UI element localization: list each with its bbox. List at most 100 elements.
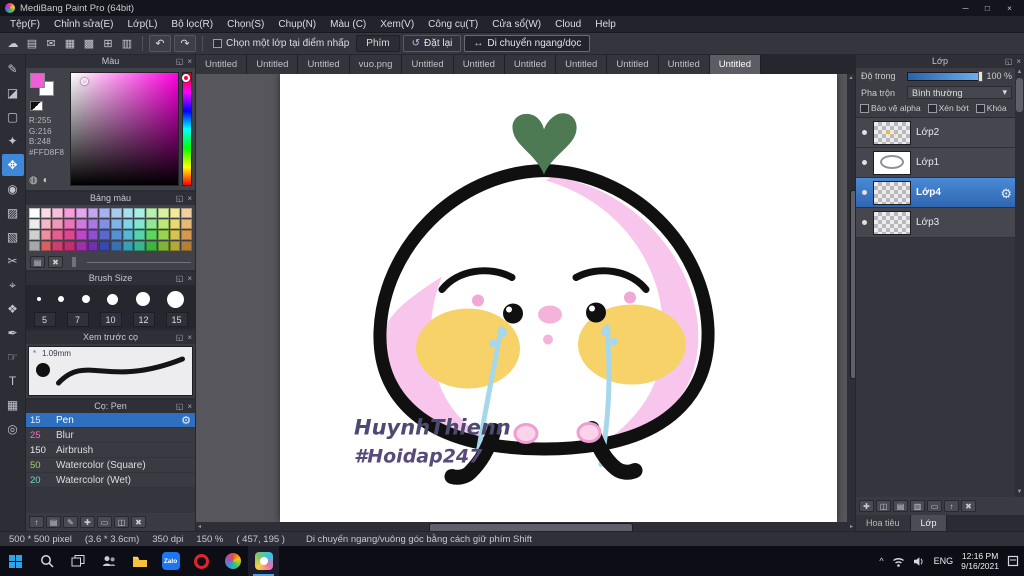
reset-button[interactable]: ↺ Đặt lại (402, 35, 462, 52)
layers-scrollbar[interactable]: ▲ ▼ (1015, 68, 1024, 497)
palette-swatch[interactable] (146, 230, 157, 240)
palette-swatch[interactable] (157, 241, 169, 251)
layer-item[interactable]: Lớp4 ⚙ (856, 178, 1024, 208)
palette-swatch[interactable] (40, 219, 52, 229)
menu-Cloud[interactable]: Cloud (548, 16, 588, 33)
zoom-tool[interactable]: ◎ (2, 418, 24, 440)
palette-swatch[interactable] (181, 230, 192, 240)
popout-icon[interactable]: ◱ (176, 192, 184, 205)
duplicate-brush-icon[interactable]: ◫ (114, 516, 129, 528)
close-button[interactable]: × (1000, 1, 1019, 15)
palette-swatch[interactable] (29, 230, 40, 240)
canvas-tab-9[interactable]: Untitled (658, 55, 710, 74)
palette-swatch[interactable] (111, 230, 122, 240)
palette-swatch[interactable] (157, 208, 169, 218)
visibility-icon[interactable] (858, 160, 871, 165)
opacity-slider[interactable] (907, 70, 984, 82)
snap-grid-icon[interactable]: ⊞ (99, 35, 117, 52)
brush-size-label[interactable]: 12 (132, 312, 155, 327)
palette-swatch[interactable] (169, 230, 181, 240)
palette-swatch[interactable] (64, 208, 75, 218)
palette-swatch[interactable] (52, 219, 64, 229)
start-button[interactable] (0, 546, 31, 576)
brush-size-dot[interactable] (107, 293, 119, 305)
visibility-icon[interactable] (858, 220, 871, 225)
web-color-icon[interactable]: ◍ (29, 175, 38, 186)
eyedropper-tool[interactable]: ✒ (2, 322, 24, 344)
brush-item[interactable]: 50 Watercolor (Square) (26, 458, 195, 473)
layer-option-checkbox[interactable]: Bảo vệ alpha (860, 103, 921, 113)
hue-slider[interactable] (182, 72, 192, 186)
layers-panel-header[interactable]: Lớp ◱ × (856, 55, 1024, 68)
layer-item[interactable]: ✦✧ Lớp2 (856, 118, 1024, 148)
brush-size-dot[interactable] (135, 292, 150, 306)
palette-swatch[interactable] (40, 208, 52, 218)
palette-swatch[interactable] (99, 219, 110, 229)
move-tool[interactable]: ✥ (1, 154, 24, 176)
maximize-button[interactable]: □ (978, 1, 997, 15)
canvas-tab-5[interactable]: Untitled (453, 55, 505, 74)
popout-icon[interactable]: ◱ (176, 400, 184, 413)
new-brush-icon[interactable]: ▤ (46, 516, 61, 528)
fill-rect-tool[interactable]: ▧ (2, 226, 24, 248)
palette-swatch[interactable] (75, 219, 87, 229)
brush-item[interactable]: 15 Pen ⚙ (26, 413, 195, 428)
select-layer-on-click-checkbox[interactable]: Chọn một lớp tại điểm nhấp (213, 38, 349, 49)
grid-icon[interactable]: ▩ (80, 35, 98, 52)
canvas-tab-2[interactable]: Untitled (298, 55, 350, 74)
palette-swatch[interactable] (40, 241, 52, 251)
add-palette-icon[interactable]: ▤ (30, 256, 45, 268)
palette-swatch[interactable] (181, 208, 192, 218)
close-icon[interactable]: × (187, 192, 192, 205)
color-wheel-icon[interactable]: ◐ (43, 175, 49, 186)
palette-swatch[interactable] (181, 241, 192, 251)
palette-swatch[interactable] (146, 241, 157, 251)
zalo-button[interactable]: Zalo (155, 546, 186, 576)
brush-list-panel-header[interactable]: Cọ: Pen ◱ × (26, 400, 195, 413)
palette-swatch[interactable] (64, 241, 75, 251)
notification-icon[interactable] (1007, 555, 1019, 567)
palette-swatch[interactable] (87, 219, 99, 229)
clock[interactable]: 12:16 PM 9/16/2021 (961, 551, 999, 571)
brush-item[interactable]: 150 Airbrush (26, 443, 195, 458)
magic-wand-tool[interactable]: ✦ (2, 130, 24, 152)
palette-swatch[interactable] (111, 219, 122, 229)
palette-swatch[interactable] (134, 208, 146, 218)
palette-swatch[interactable] (157, 230, 169, 240)
palette-swatch[interactable] (40, 230, 52, 240)
language-indicator[interactable]: ENG (934, 556, 954, 566)
mail-icon[interactable]: ✉ (42, 35, 60, 52)
move-mode-button[interactable]: ↔ Di chuyển ngang/dọc (464, 35, 591, 52)
opera-button[interactable] (186, 546, 217, 576)
layer-option-checkbox[interactable]: Xén bớt (927, 103, 969, 113)
palette-swatch[interactable] (146, 208, 157, 218)
palette-swatch[interactable] (122, 241, 134, 251)
palette-swatch[interactable] (29, 208, 40, 218)
marquee-tool[interactable]: ▢ (2, 106, 24, 128)
add-brush-icon[interactable]: ✚ (80, 516, 95, 528)
palette-swatch[interactable] (29, 241, 40, 251)
brush-size-dot[interactable] (36, 297, 41, 301)
menu-Công cụ(T)[interactable]: Công cụ(T) (421, 16, 485, 33)
palette-swatch[interactable] (111, 208, 122, 218)
canvas-viewport[interactable]: HuynhThienn #Hoidap247 ▴ (196, 74, 855, 522)
color-panel-header[interactable]: Màu ◱ × (26, 55, 195, 68)
palette-swatch[interactable] (122, 230, 134, 240)
scroll-up-icon[interactable]: ▲ (1015, 68, 1024, 77)
hand-tool[interactable]: ☞ (2, 346, 24, 368)
palette-swatch[interactable] (169, 241, 181, 251)
palette-gradient-bar[interactable] (87, 261, 191, 263)
bucket-tool[interactable]: ◉ (2, 178, 24, 200)
brush-size-label[interactable]: 7 (66, 312, 89, 327)
scroll-left-icon[interactable]: ◂ (198, 523, 201, 530)
merge-layer-icon[interactable]: ▥ (910, 500, 925, 512)
canvas[interactable]: HuynhThienn #Hoidap247 (280, 74, 837, 522)
gear-icon[interactable]: ⚙ (181, 414, 191, 427)
palette-swatch[interactable] (146, 219, 157, 229)
visibility-icon[interactable] (858, 190, 871, 195)
palette-swatch[interactable] (122, 208, 134, 218)
palette-swatch[interactable] (99, 241, 110, 251)
cloud-icon[interactable]: ☁ (4, 35, 22, 52)
popout-icon[interactable]: ◱ (1005, 55, 1013, 68)
menu-Cửa sổ(W)[interactable]: Cửa sổ(W) (485, 16, 548, 33)
